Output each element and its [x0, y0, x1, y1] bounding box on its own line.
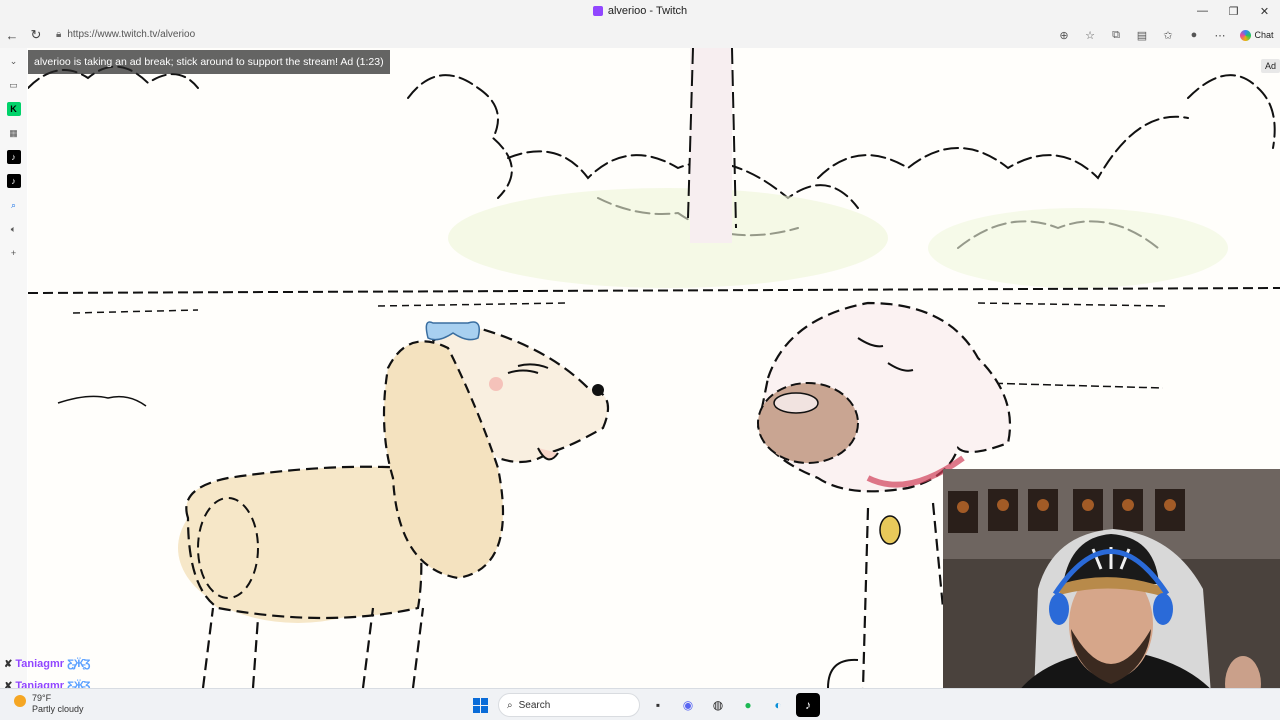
- copilot-chat-label: Chat: [1254, 30, 1274, 40]
- back-arrow-icon[interactable]: ←: [0, 23, 24, 47]
- copilot-chat-button[interactable]: Chat: [1234, 24, 1280, 46]
- crossed-swords-icon: ✘: [4, 658, 13, 670]
- edge-browser-icon[interactable]: ◐: [766, 693, 790, 717]
- kick-icon[interactable]: K: [6, 102, 21, 116]
- tab-icon[interactable]: ▭: [7, 78, 21, 92]
- ad-info-badge[interactable]: Ad: [1260, 59, 1280, 73]
- weather-temp: 79°F: [32, 693, 52, 703]
- refresh-icon[interactable]: ↻: [24, 23, 48, 47]
- sun-icon: [14, 695, 26, 707]
- obs-icon[interactable]: ◍: [706, 693, 730, 717]
- chat-username: Taniagmr: [15, 658, 65, 670]
- tiktok-icon-2[interactable]: ♪: [6, 174, 21, 188]
- chevron-down-icon[interactable]: ⌄: [7, 54, 21, 68]
- close-window-button[interactable]: ✕: [1249, 0, 1280, 22]
- twitch-logo-icon: [592, 6, 603, 16]
- search-icon: ⌕: [507, 699, 513, 711]
- webcam-image: [943, 469, 1280, 720]
- chat-message-user[interactable]: ✘ Taniagmr Ƹ̵̡Ӝ̵̨̄Ʒ: [4, 658, 90, 670]
- minimize-button[interactable]: —: [1187, 0, 1218, 22]
- taskbar-search-input[interactable]: ⌕ Search: [498, 693, 640, 717]
- address-bar[interactable]: 🔒︎ https://www.twitch.tv/alverioo: [50, 24, 1110, 45]
- lock-icon: 🔒︎: [56, 29, 62, 40]
- windows-taskbar: 79°F Partly cloudy ⌕ Search ▪ ◉ ◍ ● ◐ ♪: [0, 688, 1280, 720]
- spotify-icon[interactable]: ●: [736, 693, 760, 717]
- browser-toolbar: ← ↻ 🔒︎ https://www.twitch.tv/alverioo ⊕ …: [0, 22, 1280, 48]
- toolbar-right-group: ⊕ ☆ ⧉ ▤ ✩ ● ⋯ Chat: [1052, 22, 1280, 48]
- window-title: alverioo - Twitch: [607, 5, 688, 17]
- tiktok-taskbar-icon[interactable]: ♪: [796, 693, 820, 717]
- search-icon[interactable]: ⌕: [7, 198, 21, 212]
- speaker-icon[interactable]: 🔈︎: [7, 222, 21, 236]
- favorite-star-icon[interactable]: ☆: [1078, 24, 1102, 46]
- calendar-icon[interactable]: ▦: [7, 126, 21, 140]
- add-icon[interactable]: +: [7, 246, 21, 260]
- extensions-icon[interactable]: ⧉: [1104, 24, 1128, 46]
- windows-start-icon[interactable]: [468, 693, 492, 717]
- ad-break-banner: alverioo is taking an ad break; stick ar…: [28, 50, 390, 74]
- restore-button[interactable]: ❐: [1218, 0, 1249, 22]
- window-titlebar: alverioo - Twitch — ❐ ✕: [0, 0, 1280, 22]
- file-explorer-icon[interactable]: ▪: [646, 693, 670, 717]
- taskbar-apps: ⌕ Search ▪ ◉ ◍ ● ◐ ♪: [468, 693, 820, 717]
- weather-widget[interactable]: 79°F Partly cloudy: [14, 693, 84, 715]
- window-controls: — ❐ ✕: [1187, 0, 1280, 22]
- copilot-icon: [1240, 29, 1252, 41]
- address-bar-url: https://www.twitch.tv/alverioo: [67, 29, 196, 40]
- profile-avatar-icon[interactable]: ●: [1182, 24, 1206, 46]
- more-menu-icon[interactable]: ⋯: [1208, 24, 1232, 46]
- window-title-group: alverioo - Twitch: [592, 5, 688, 17]
- tiktok-icon[interactable]: ♪: [6, 150, 21, 164]
- streamer-webcam: [943, 469, 1280, 720]
- discord-icon[interactable]: ◉: [676, 693, 700, 717]
- butterfly-badge-icon: Ƹ̵̡Ӝ̵̨̄Ʒ: [67, 658, 91, 670]
- split-screen-icon[interactable]: ▤: [1130, 24, 1154, 46]
- weather-description: Partly cloudy: [32, 704, 84, 714]
- zoom-icon[interactable]: ⊕: [1052, 24, 1076, 46]
- taskbar-search-placeholder: Search: [518, 699, 551, 711]
- favorites-icon[interactable]: ✩: [1156, 24, 1180, 46]
- browser-sidebar: ⌄ ▭ K ▦ ♪ ♪ ⌕ 🔈︎ +: [0, 48, 27, 688]
